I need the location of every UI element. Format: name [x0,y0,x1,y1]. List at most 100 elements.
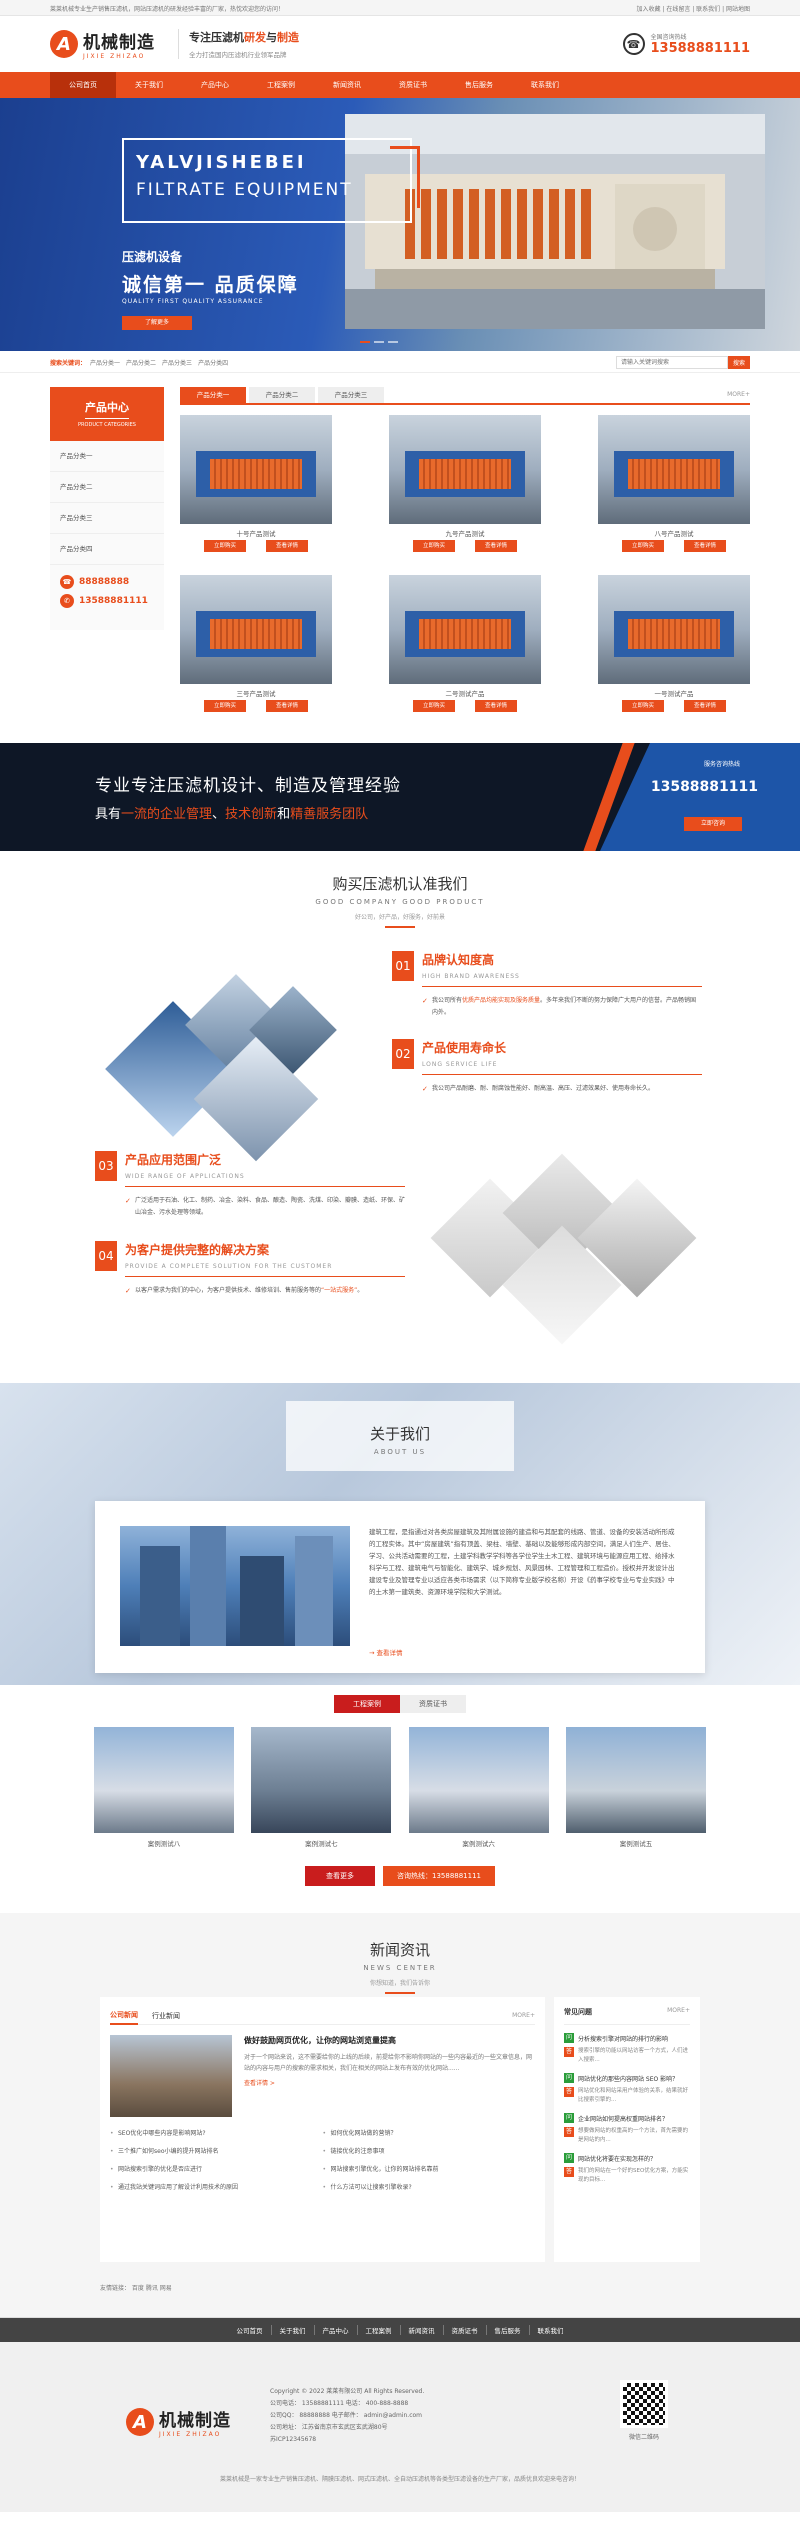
featured-news[interactable]: 做好鼓励网页优化，让你的网站浏览量提高 对于一个网站来说，这不需要给你的上线的后… [110,2035,535,2117]
case-name[interactable]: 案例测试七 [251,1838,391,1848]
detail-button[interactable]: 查看详情 [266,700,308,712]
more-link[interactable]: MORE+ [512,2012,535,2019]
nav-item-home[interactable]: 公司首页 [50,72,116,98]
footer-nav-item[interactable]: 售后服务 [487,2325,530,2335]
product-name[interactable]: 一号测试产品 [598,688,750,700]
footer-nav-item[interactable]: 联系我们 [530,2325,572,2335]
keyword-link[interactable]: 产品分类四 [198,358,228,367]
news-item[interactable]: 网站搜索引擎优化，让你的网站排名靠前 [323,2161,536,2179]
product-card[interactable]: 八号产品测试 立即购买 查看详情 [598,415,750,567]
read-more-link[interactable]: 查看详情 > [244,2078,535,2087]
case-image[interactable] [251,1727,392,1833]
buy-button[interactable]: 立即购买 [413,540,455,552]
news-item[interactable]: SEO优化中哪些内容是影响网站? [110,2125,323,2143]
carousel-dots[interactable] [360,341,398,343]
detail-button[interactable]: 查看详情 [266,540,308,552]
featured-news-title[interactable]: 做好鼓励网页优化，让你的网站浏览量提高 [244,2035,535,2046]
product-image[interactable] [598,575,750,684]
detail-button[interactable]: 查看详情 [684,700,726,712]
footer-logo[interactable]: A 机械制造 JIXIE ZHIZAO [126,2406,231,2438]
case-card[interactable]: 案例测试六 [408,1727,549,1848]
category-item[interactable]: 产品分类四 [50,534,164,565]
case-image[interactable] [94,1727,234,1833]
keyword-link[interactable]: 产品分类二 [126,358,156,367]
tab-cases[interactable]: 工程案例 [334,1695,400,1713]
buy-button[interactable]: 立即购买 [622,700,664,712]
consult-now-button[interactable]: 立即咨询 [684,817,742,831]
product-name[interactable]: 三号产品测试 [180,688,332,700]
faq-item[interactable]: 问网站优化的那些内容网站 SEO 影响？ 答网站优化和网站采用户体验的关系，结果… [564,2073,690,2105]
category-item[interactable]: 产品分类二 [50,472,164,503]
case-card[interactable]: 案例测试八 [94,1727,234,1848]
faq-item[interactable]: 问网站优化将要在实现怎样的？ 答我们的网站在一个好的SEO优化方案，方能实现的目… [564,2153,690,2185]
footer-nav-item[interactable]: 工程案例 [358,2325,401,2335]
nav-item-contact[interactable]: 联系我们 [512,72,578,98]
search-button[interactable]: 搜索 [728,355,750,369]
product-name[interactable]: 十号产品测试 [180,528,332,540]
product-tab[interactable]: 产品分类二 [249,387,315,403]
faq-item[interactable]: 问分析搜索引擎对网站的排行的影响 答搜索引擎的功能以网站访客一个方式，人们进入搜… [564,2033,690,2065]
buy-button[interactable]: 立即购买 [204,700,246,712]
nav-item-products[interactable]: 产品中心 [182,72,248,98]
faq-item[interactable]: 问企业网站如何提高权重网站排名？ 答想要做网站的权重高的一个方法，首先需要的是网… [564,2113,690,2145]
news-item[interactable]: 链接优化的注意事项 [323,2143,536,2161]
more-link[interactable]: MORE+ [727,387,750,403]
case-card[interactable]: 案例测试五 [565,1727,706,1848]
about-more-link[interactable]: → 查看详情 [369,1647,403,1657]
footer-nav-item[interactable]: 关于我们 [272,2325,315,2335]
buy-button[interactable]: 立即购买 [622,540,664,552]
view-more-button[interactable]: 查看更多 [305,1866,375,1886]
product-name[interactable]: 九号产品测试 [389,528,541,540]
news-item[interactable]: 三个推广如何seo小编的提升网站排名 [110,2143,323,2161]
tab-certificates[interactable]: 资质证书 [400,1695,466,1713]
news-image[interactable] [110,2035,232,2117]
product-image[interactable] [598,415,750,524]
case-image[interactable] [408,1727,549,1833]
footer-nav-item[interactable]: 产品中心 [315,2325,358,2335]
site-logo[interactable]: A 机械制造 JIXIE ZHIZAO [50,28,178,60]
case-name[interactable]: 案例测试六 [409,1838,549,1848]
news-item[interactable]: 网站搜索引擎的优化是否应进行 [110,2161,323,2179]
case-card[interactable]: 案例测试七 [251,1727,392,1848]
news-item[interactable]: 通过我站关键词应用了解设计利用技术的原因 [110,2179,323,2197]
news-item[interactable]: 如何优化网站做的营销？ [323,2125,536,2143]
keyword-link[interactable]: 产品分类三 [162,358,192,367]
detail-button[interactable]: 查看详情 [684,540,726,552]
category-item[interactable]: 产品分类一 [50,441,164,472]
call-hotline-button[interactable]: 咨询热线：13588881111 [383,1866,495,1886]
detail-button[interactable]: 查看详情 [475,700,517,712]
footer-nav-item[interactable]: 资质证书 [444,2325,487,2335]
footer-nav-item[interactable]: 公司首页 [229,2325,272,2335]
nav-item-about[interactable]: 关于我们 [116,72,182,98]
product-card[interactable]: 二号测试产品 立即购买 查看详情 [389,575,541,727]
product-card[interactable]: 三号产品测试 立即购买 查看详情 [180,575,332,727]
more-link[interactable]: MORE+ [667,2007,690,2024]
news-item[interactable]: 什么方法可以让搜索引擎收录? [323,2179,536,2197]
category-item[interactable]: 产品分类三 [50,503,164,534]
nav-item-service[interactable]: 售后服务 [446,72,512,98]
banner-learn-more-button[interactable]: 了解更多 [122,316,192,330]
buy-button[interactable]: 立即购买 [204,540,246,552]
footer-nav-item[interactable]: 新闻资讯 [401,2325,444,2335]
tab-company-news[interactable]: 公司新闻 [110,2007,138,2025]
product-card[interactable]: 一号测试产品 立即购买 查看详情 [598,575,750,727]
product-tab[interactable]: 产品分类一 [180,387,246,403]
product-image[interactable] [180,575,332,684]
nav-item-cases[interactable]: 工程案例 [248,72,314,98]
product-card[interactable]: 九号产品测试 立即购买 查看详情 [389,415,541,567]
product-card[interactable]: 十号产品测试 立即购买 查看详情 [180,415,332,567]
keyword-link[interactable]: 产品分类一 [90,358,120,367]
product-name[interactable]: 八号产品测试 [598,528,750,540]
top-links[interactable]: 加入收藏 | 在线留言 | 联系我们 | 网站地图 [636,4,750,13]
product-tab[interactable]: 产品分类三 [318,387,384,403]
product-name[interactable]: 二号测试产品 [389,688,541,700]
product-image[interactable] [180,415,332,524]
detail-button[interactable]: 查看详情 [475,540,517,552]
nav-item-certs[interactable]: 资质证书 [380,72,446,98]
search-input[interactable] [616,355,728,369]
product-image[interactable] [389,575,541,684]
product-image[interactable] [389,415,541,524]
case-image[interactable] [565,1727,706,1833]
nav-item-news[interactable]: 新闻资讯 [314,72,380,98]
case-name[interactable]: 案例测试八 [94,1838,234,1848]
